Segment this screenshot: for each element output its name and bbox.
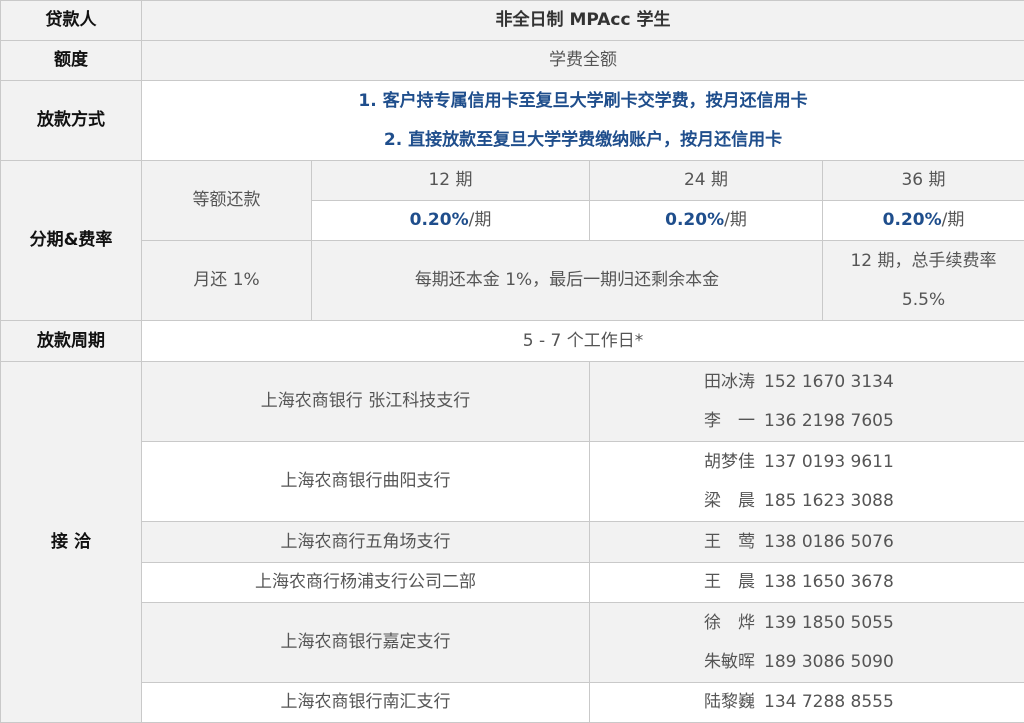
rate-unit: /期 xyxy=(469,210,492,230)
contact-row: 上海农商银行嘉定支行 徐 烨 139 1850 5055 朱敏晖 189 308… xyxy=(1,603,1024,683)
contact-name: 梁 晨 xyxy=(704,491,764,511)
term-36: 36 期 xyxy=(823,161,1024,201)
branch-contacts: 徐 烨 139 1850 5055 朱敏晖 189 3086 5090 xyxy=(590,603,1024,683)
total-fee-line-2: 5.5% xyxy=(823,290,1024,310)
contact-name: 朱敏晖 xyxy=(704,652,764,672)
branch-name: 上海农商银行嘉定支行 xyxy=(142,603,590,683)
contact-person: 王 晨 138 1650 3678 xyxy=(590,572,1024,592)
contact-name: 胡梦佳 xyxy=(704,452,764,472)
total-fee-line-1: 12 期，总手续费率 xyxy=(823,251,1024,271)
period-value: 5 - 7 个工作日* xyxy=(142,321,1024,362)
contact-name: 王 莺 xyxy=(704,532,764,552)
total-fee: 12 期，总手续费率 5.5% xyxy=(823,241,1024,321)
branch-contacts: 胡梦佳 137 0193 9611 梁 晨 185 1623 3088 xyxy=(590,442,1024,522)
row-lender: 贷款人 非全日制 MPAcc 学生 xyxy=(1,1,1024,41)
branch-contacts: 陆黎巍 134 7288 8555 xyxy=(590,683,1024,723)
branch-name: 上海农商银行曲阳支行 xyxy=(142,442,590,522)
contact-label: 接 洽 xyxy=(1,362,142,723)
branch-contacts: 王 晨 138 1650 3678 xyxy=(590,563,1024,603)
row-installment-terms: 分期&费率 等额还款 12 期 24 期 36 期 xyxy=(1,161,1024,201)
contact-row: 接 洽 上海农商银行 张江科技支行 田冰涛 152 1670 3134 李 一 … xyxy=(1,362,1024,442)
contact-name: 王 晨 xyxy=(704,572,764,592)
row-method: 放款方式 1. 客户持专属信用卡至复旦大学刷卡交学费，按月还信用卡 2. 直接放… xyxy=(1,81,1024,161)
contact-phone: 139 1850 5055 xyxy=(764,613,910,633)
method-line-2: 2. 直接放款至复旦大学学费缴纳账户，按月还信用卡 xyxy=(142,130,1024,150)
contact-row: 上海农商行杨浦支行公司二部 王 晨 138 1650 3678 xyxy=(1,563,1024,603)
rate-value: 0.20% xyxy=(665,210,724,230)
rate-unit: /期 xyxy=(724,210,747,230)
contact-name: 田冰涛 xyxy=(704,372,764,392)
monthly-label: 月还 1% xyxy=(142,241,312,321)
contact-name: 徐 烨 xyxy=(704,613,764,633)
contact-person: 梁 晨 185 1623 3088 xyxy=(590,491,1024,511)
rate-36: 0.20%/期 xyxy=(823,201,1024,241)
contact-phone: 137 0193 9611 xyxy=(764,452,910,472)
row-amount: 额度 学费全额 xyxy=(1,41,1024,81)
amount-value: 学费全额 xyxy=(142,41,1024,81)
repayment-type: 等额还款 xyxy=(142,161,312,241)
term-12: 12 期 xyxy=(312,161,590,201)
contact-row: 上海农商银行南汇支行 陆黎巍 134 7288 8555 xyxy=(1,683,1024,723)
branch-name: 上海农商银行 张江科技支行 xyxy=(142,362,590,442)
lender-label: 贷款人 xyxy=(1,1,142,41)
rate-unit: /期 xyxy=(942,210,965,230)
contact-name: 陆黎巍 xyxy=(704,692,764,712)
rate-12: 0.20%/期 xyxy=(312,201,590,241)
contact-phone: 136 2198 7605 xyxy=(764,411,910,431)
method-line-1: 1. 客户持专属信用卡至复旦大学刷卡交学费，按月还信用卡 xyxy=(142,91,1024,111)
contact-person: 田冰涛 152 1670 3134 xyxy=(590,372,1024,392)
contact-phone: 185 1623 3088 xyxy=(764,491,910,511)
contact-person: 陆黎巍 134 7288 8555 xyxy=(590,692,1024,712)
rate-value: 0.20% xyxy=(410,210,469,230)
term-24: 24 期 xyxy=(590,161,823,201)
installment-label: 分期&费率 xyxy=(1,161,142,321)
contact-row: 上海农商行五角场支行 王 莺 138 0186 5076 xyxy=(1,522,1024,563)
contact-person: 李 一 136 2198 7605 xyxy=(590,411,1024,431)
contact-person: 王 莺 138 0186 5076 xyxy=(590,532,1024,552)
loan-info-table: 贷款人 非全日制 MPAcc 学生 额度 学费全额 放款方式 1. 客户持专属信… xyxy=(0,0,1024,723)
method-label: 放款方式 xyxy=(1,81,142,161)
contact-row: 上海农商银行曲阳支行 胡梦佳 137 0193 9611 梁 晨 185 162… xyxy=(1,442,1024,522)
monthly-desc: 每期还本金 1%，最后一期归还剩余本金 xyxy=(312,241,823,321)
branch-contacts: 田冰涛 152 1670 3134 李 一 136 2198 7605 xyxy=(590,362,1024,442)
contact-phone: 138 1650 3678 xyxy=(764,572,910,592)
rate-value: 0.20% xyxy=(883,210,942,230)
row-period: 放款周期 5 - 7 个工作日* xyxy=(1,321,1024,362)
method-value: 1. 客户持专属信用卡至复旦大学刷卡交学费，按月还信用卡 2. 直接放款至复旦大… xyxy=(142,81,1024,161)
contact-phone: 134 7288 8555 xyxy=(764,692,910,712)
contact-phone: 138 0186 5076 xyxy=(764,532,910,552)
amount-label: 额度 xyxy=(1,41,142,81)
contact-person: 胡梦佳 137 0193 9611 xyxy=(590,452,1024,472)
branch-name: 上海农商行杨浦支行公司二部 xyxy=(142,563,590,603)
rate-24: 0.20%/期 xyxy=(590,201,823,241)
branch-contacts: 王 莺 138 0186 5076 xyxy=(590,522,1024,563)
row-installment-monthly: 月还 1% 每期还本金 1%，最后一期归还剩余本金 12 期，总手续费率 5.5… xyxy=(1,241,1024,321)
branch-name: 上海农商银行南汇支行 xyxy=(142,683,590,723)
contact-phone: 189 3086 5090 xyxy=(764,652,910,672)
contact-person: 朱敏晖 189 3086 5090 xyxy=(590,652,1024,672)
period-label: 放款周期 xyxy=(1,321,142,362)
branch-name: 上海农商行五角场支行 xyxy=(142,522,590,563)
lender-value: 非全日制 MPAcc 学生 xyxy=(142,1,1024,41)
contact-name: 李 一 xyxy=(704,411,764,431)
contact-person: 徐 烨 139 1850 5055 xyxy=(590,613,1024,633)
contact-phone: 152 1670 3134 xyxy=(764,372,910,392)
